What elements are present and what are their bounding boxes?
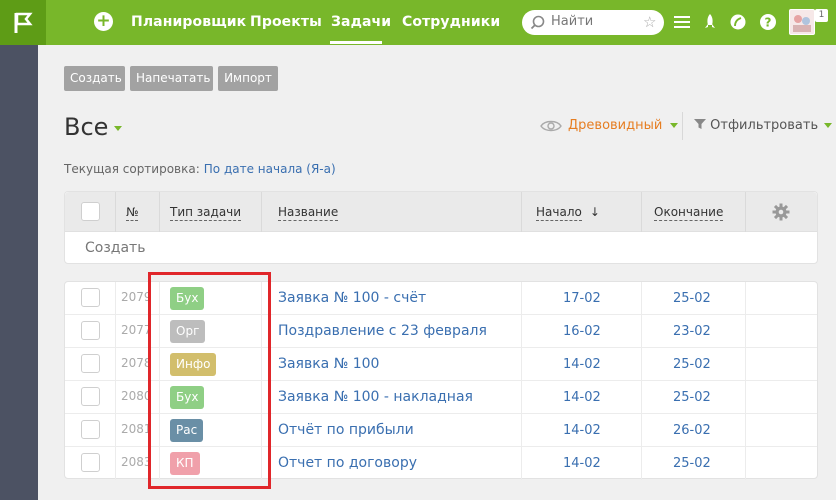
column-divider bbox=[745, 192, 746, 232]
nav-item-planner[interactable]: Планировщик bbox=[131, 0, 246, 45]
filter-label: Отфильтровать bbox=[710, 118, 819, 133]
column-divider bbox=[521, 192, 522, 232]
column-header-num[interactable]: № bbox=[126, 192, 139, 232]
star-icon[interactable]: ☆ bbox=[643, 13, 656, 31]
filter-icon bbox=[694, 119, 706, 129]
column-divider bbox=[115, 192, 116, 232]
menu-icon[interactable] bbox=[673, 13, 691, 31]
column-divider bbox=[641, 192, 642, 232]
eye-icon bbox=[540, 120, 562, 132]
column-divider bbox=[261, 192, 262, 232]
table-header-row: № Тип задачи Название Начало ↓ Окончание bbox=[65, 192, 817, 232]
task-name-link[interactable]: Заявка № 100 - счёт bbox=[278, 290, 426, 306]
import-button[interactable]: Импорт bbox=[218, 66, 278, 91]
row-checkbox[interactable] bbox=[81, 321, 100, 340]
table-header-card: № Тип задачи Название Начало ↓ Окончание … bbox=[64, 191, 818, 264]
row-checkbox[interactable] bbox=[81, 288, 100, 307]
view-chevron-down-icon bbox=[670, 123, 679, 128]
task-name-link[interactable]: Отчёт по прибыли bbox=[278, 422, 414, 438]
page-title[interactable]: Все bbox=[64, 113, 123, 141]
active-tab-indicator bbox=[330, 41, 382, 44]
task-start-date: 14-02 bbox=[563, 357, 601, 372]
rocket-icon[interactable] bbox=[701, 13, 719, 31]
row-checkbox[interactable] bbox=[81, 354, 100, 373]
nav-item-projects[interactable]: Проекты bbox=[250, 0, 322, 45]
view-mode-label: Древовидный bbox=[568, 118, 663, 133]
notification-badge[interactable]: 1 bbox=[815, 9, 828, 22]
nav-item-tasks[interactable]: Задачи bbox=[331, 0, 391, 45]
highlight-box bbox=[148, 272, 271, 489]
print-button[interactable]: Напечатать bbox=[130, 66, 213, 91]
left-sidebar bbox=[0, 45, 38, 500]
task-start-date: 14-02 bbox=[563, 423, 601, 438]
row-checkbox[interactable] bbox=[81, 387, 100, 406]
task-end-date: 26-02 bbox=[673, 423, 711, 438]
divider bbox=[682, 112, 683, 140]
filter-chevron-down-icon bbox=[824, 123, 833, 128]
nav-item-employees[interactable]: Сотрудники bbox=[402, 0, 500, 45]
task-end-date: 25-02 bbox=[673, 456, 711, 471]
column-header-end[interactable]: Окончание bbox=[654, 192, 724, 232]
task-name-link[interactable]: Заявка № 100 bbox=[278, 356, 379, 372]
task-end-date: 25-02 bbox=[673, 390, 711, 405]
task-start-date: 14-02 bbox=[563, 456, 601, 471]
task-name-link[interactable]: Поздравление с 23 февраля bbox=[278, 323, 487, 339]
task-start-date: 16-02 bbox=[563, 324, 601, 339]
select-all-checkbox[interactable] bbox=[81, 202, 100, 221]
column-divider bbox=[159, 192, 160, 232]
create-task-row[interactable]: Создать bbox=[85, 240, 145, 256]
sort-arrow-down-icon: ↓ bbox=[589, 205, 600, 219]
search-placeholder: Найти bbox=[551, 14, 594, 29]
search-input[interactable]: Найти ☆ bbox=[522, 10, 664, 35]
flag-logo-icon bbox=[14, 12, 33, 33]
avatar-image-icon bbox=[793, 15, 811, 32]
column-header-type[interactable]: Тип задачи bbox=[170, 192, 242, 232]
column-header-name[interactable]: Название bbox=[278, 192, 339, 232]
task-start-date: 14-02 bbox=[563, 390, 601, 405]
task-end-date: 25-02 bbox=[673, 291, 711, 306]
task-start-date: 17-02 bbox=[563, 291, 601, 306]
leaf-icon[interactable] bbox=[729, 13, 747, 31]
page-title-text: Все bbox=[64, 113, 109, 141]
sort-label: Текущая сортировка: bbox=[64, 162, 200, 176]
filter-dropdown[interactable]: Отфильтровать bbox=[694, 118, 833, 133]
search-icon bbox=[530, 15, 545, 30]
row-checkbox[interactable] bbox=[81, 453, 100, 472]
top-navigation-bar: + Планировщик Проекты Задачи Сотрудники … bbox=[0, 0, 836, 45]
chevron-down-icon bbox=[114, 125, 123, 131]
task-end-date: 23-02 bbox=[673, 324, 711, 339]
svg-text:?: ? bbox=[765, 16, 772, 30]
gear-icon[interactable] bbox=[772, 203, 790, 221]
quick-add-button[interactable]: + bbox=[94, 12, 113, 31]
help-icon[interactable]: ? bbox=[759, 13, 777, 31]
create-button[interactable]: Создать bbox=[64, 66, 125, 91]
sort-value-link[interactable]: По дате начала (Я-а) bbox=[204, 162, 336, 176]
app-logo[interactable] bbox=[0, 0, 46, 45]
row-checkbox[interactable] bbox=[81, 420, 100, 439]
user-avatar[interactable] bbox=[789, 9, 815, 35]
task-end-date: 25-02 bbox=[673, 357, 711, 372]
task-name-link[interactable]: Заявка № 100 - накладная bbox=[278, 389, 473, 405]
current-sort: Текущая сортировка: По дате начала (Я-а) bbox=[64, 162, 336, 176]
task-name-link[interactable]: Отчет по договору bbox=[278, 455, 417, 471]
column-header-start[interactable]: Начало ↓ bbox=[536, 192, 600, 232]
